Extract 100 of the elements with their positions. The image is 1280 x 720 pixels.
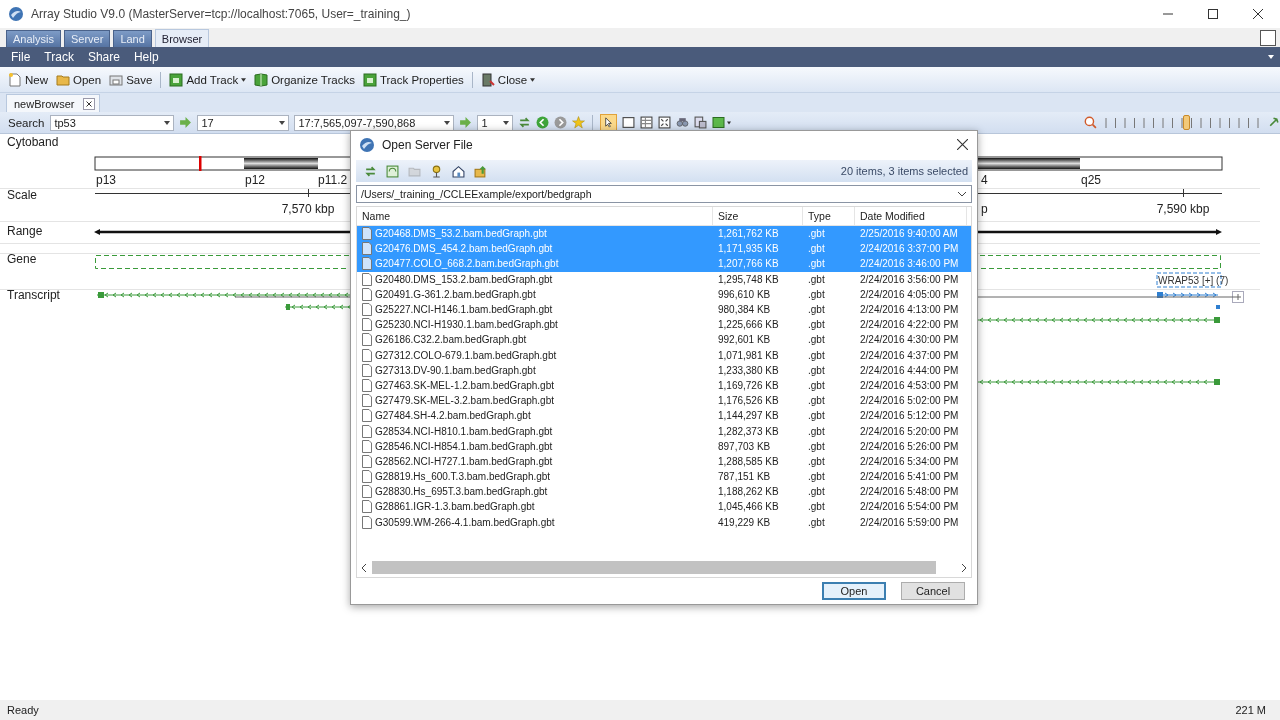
track-label: Cytoband [7,135,59,149]
file-type: .gbt [807,333,826,347]
file-date: 2/24/2016 3:37:00 PM [859,242,960,256]
column-header[interactable]: Name [357,207,713,225]
refresh-icon[interactable] [364,164,377,178]
file-row[interactable]: G20491.G-361.2.bam.bedGraph.gbt 996,610 KB .gbt 2/24/2016 4:05:00 PM [357,286,971,302]
scroll-left-icon[interactable] [361,562,367,573]
file-row[interactable]: G27313.DV-90.1.bam.bedGraph.gbt 1,233,380 KB .gbt 2/24/2016 4:44:00 PM [357,362,971,378]
toolbar-button[interactable]: New [6,69,50,90]
slider-thumb[interactable] [1182,114,1190,130]
edit-dropdown-icon[interactable] [712,116,733,129]
refresh-icon[interactable] [518,116,532,129]
file-type: .gbt [807,272,826,286]
search-combo[interactable]: tp53 [50,114,175,131]
file-size: 1,261,762 KB [717,227,780,241]
file-row[interactable]: G20480.DMS_153.2.bam.bedGraph.gbt 1,295,748 KB .gbt 2/24/2016 3:56:00 PM [357,271,971,287]
rectangle-icon[interactable] [622,116,636,129]
file-icon [362,333,372,347]
file-row[interactable]: G27484.SH-4.2.bam.bedGraph.gbt 1,144,297 KB .gbt 2/24/2016 5:12:00 PM [357,408,971,424]
file-row[interactable]: G28534.NCI-H810.1.bam.bedGraph.gbt 1,282,373 KB .gbt 2/24/2016 5:20:00 PM [357,423,971,439]
file-row[interactable]: G28562.NCI-H727.1.bam.bedGraph.gbt 1,288,585 KB .gbt 2/24/2016 5:34:00 PM [357,453,971,469]
file-row[interactable]: G28861.IGR-1.3.bam.bedGraph.gbt 1,045,466 KB .gbt 2/24/2016 5:54:00 PM [357,499,971,515]
menu-item[interactable]: Share [80,47,127,67]
gene-label: WRAP53 [+] (7) [1156,272,1229,288]
go-arrow-icon[interactable] [179,116,193,129]
horizontal-scrollbar[interactable] [372,561,936,574]
track-icon [169,72,184,87]
maximize-icon [1207,9,1218,19]
file-date: 2/24/2016 4:22:00 PM [859,318,960,332]
file-name: G28546.NCI-H854.1.bam.bedGraph.gbt [375,439,553,453]
file-name: G27479.SK-MEL-3.2.bam.bedGraph.gbt [375,394,554,408]
frame-combo[interactable]: 1 [477,114,514,131]
toolbar-button[interactable]: Open [54,69,104,90]
binoculars-icon[interactable] [676,116,690,129]
go-arrow-icon[interactable] [459,116,473,129]
toolbar-button[interactable]: Save [107,69,155,90]
menu-item[interactable]: Help [126,47,166,67]
menu-item[interactable]: File [4,47,38,67]
file-row[interactable]: G26186.C32.2.bam.bedGraph.gbt 992,601 KB .gbt 2/24/2016 4:30:00 PM [357,332,971,348]
tab-label[interactable]: newBrowser [14,97,75,110]
file-name: G27312.COLO-679.1.bam.bedGraph.gbt [375,348,557,362]
dialog-button[interactable]: Open [822,582,886,600]
export-icon[interactable] [694,116,708,129]
file-size: 992,601 KB [717,333,772,347]
file-type: .gbt [807,363,826,377]
file-type: .gbt [807,257,826,271]
file-date: 2/24/2016 5:12:00 PM [859,409,960,423]
region-combo[interactable]: 17:7,565,097-7,590,868 [294,114,455,131]
file-type: .gbt [807,485,826,499]
file-type: .gbt [807,515,826,529]
file-type: .gbt [807,454,826,468]
star-icon[interactable] [572,116,586,129]
up-folder-icon[interactable] [474,164,487,178]
file-row[interactable]: G27312.COLO-679.1.bam.bedGraph.gbt 1,071,981 KB .gbt 2/24/2016 4:37:00 PM [357,347,971,363]
file-name: G28534.NCI-H810.1.bam.bedGraph.gbt [375,424,553,438]
toolbar-button[interactable]: Close [478,69,538,90]
file-date: 2/24/2016 5:41:00 PM [859,470,960,484]
file-row[interactable]: G28546.NCI-H854.1.bam.bedGraph.gbt 897,703 KB .gbt 2/24/2016 5:26:00 PM [357,438,971,454]
fit-icon[interactable] [658,116,672,129]
file-row[interactable]: G27479.SK-MEL-3.2.bam.bedGraph.gbt 1,176,526 KB .gbt 2/24/2016 5:02:00 PM [357,393,971,409]
column-header[interactable]: Size [713,207,803,225]
ribbon-tab[interactable]: Browser [154,29,210,47]
file-type: .gbt [807,470,826,484]
file-icon [362,470,372,484]
chromosome-combo[interactable]: 17 [197,114,290,131]
restore-panel-icon[interactable] [1260,29,1276,46]
zoom-icon[interactable] [1084,116,1097,129]
file-date: 2/24/2016 4:44:00 PM [859,363,960,377]
menu-item[interactable]: Track [37,47,81,67]
file-row[interactable]: G27463.SK-MEL-1.2.bam.bedGraph.gbt 1,169,726 KB .gbt 2/24/2016 4:53:00 PM [357,377,971,394]
file-icon [362,348,372,362]
dialog-button[interactable]: Cancel [901,582,965,600]
toolbar-button[interactable]: Organize Tracks [252,69,357,90]
close-icon[interactable] [82,97,95,110]
document-tab[interactable]: newBrowser [6,94,100,112]
file-size: 1,233,380 KB [717,363,780,377]
column-header[interactable]: Type [803,207,855,225]
column-header[interactable]: Date Modified [855,207,967,225]
dialog-title: Open Server File [382,137,473,152]
file-size: 787,151 KB [717,470,772,484]
home-icon[interactable] [452,164,465,178]
file-row[interactable]: G25227.NCI-H146.1.bam.bedGraph.gbt 980,384 KB .gbt 2/24/2016 4:13:00 PM [357,301,971,318]
file-size: 1,171,935 KB [717,242,780,256]
grid-icon[interactable] [640,116,654,129]
file-row[interactable]: G28830.Hs_695T.3.bam.bedGraph.gbt 1,188,262 KB .gbt 2/24/2016 5:48:00 PM [357,484,971,500]
zoom-slider[interactable] [1102,114,1262,131]
back-icon[interactable] [536,116,550,129]
band-label: p11.2 [318,173,348,187]
new-document-icon [8,72,22,87]
scroll-right-icon[interactable] [961,562,967,573]
file-row[interactable]: G30599.WM-266-4.1.bam.bedGraph.gbt 419,229 KB .gbt 2/24/2016 5:59:00 PM [357,514,971,530]
path-combo[interactable]: /Users/_training_/CCLEExample/export/bedgraph [356,185,972,203]
toolbar-button[interactable]: Add Track [167,69,249,90]
file-icon [362,318,372,332]
file-row[interactable]: G25230.NCI-H1930.1.bam.bedGraph.gbt 1,225,666 KB .gbt 2/24/2016 4:22:00 PM [357,317,971,333]
forward-icon[interactable] [554,116,568,129]
caret-icon [279,120,286,125]
caret-icon[interactable] [1268,55,1274,59]
toolbar-button[interactable]: Track Properties [360,69,466,90]
file-row[interactable]: G28819.Hs_600.T.3.bam.bedGraph.gbt 787,151 KB .gbt 2/24/2016 5:41:00 PM [357,469,971,485]
